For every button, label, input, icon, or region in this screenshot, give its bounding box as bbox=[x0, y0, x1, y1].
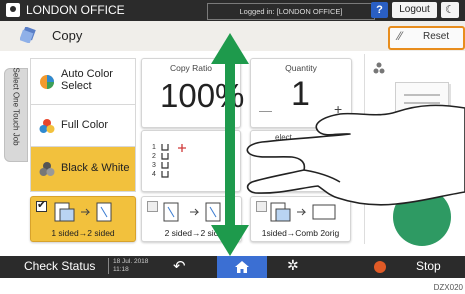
home-button[interactable] bbox=[217, 256, 267, 278]
stop-icon bbox=[374, 261, 386, 273]
stop-button[interactable]: Stop bbox=[368, 256, 465, 278]
gear-icon[interactable]: ✲ bbox=[287, 257, 299, 274]
hand-gesture-icon bbox=[246, 104, 465, 206]
gesture-overlay bbox=[211, 33, 465, 256]
back-arrow-icon[interactable]: ↶ bbox=[173, 257, 186, 275]
date-text: 18 Jul. 2018 bbox=[113, 258, 149, 265]
swipe-arrow-icon bbox=[211, 33, 249, 256]
time-text: 11:18 bbox=[113, 266, 129, 273]
stop-label: Stop bbox=[416, 259, 441, 273]
home-icon bbox=[235, 261, 249, 273]
check-status-button[interactable]: Check Status bbox=[24, 259, 95, 273]
figure-code: DZX020 bbox=[433, 283, 463, 292]
clock-display: 18 Jul. 2018 11:18 bbox=[108, 258, 148, 274]
